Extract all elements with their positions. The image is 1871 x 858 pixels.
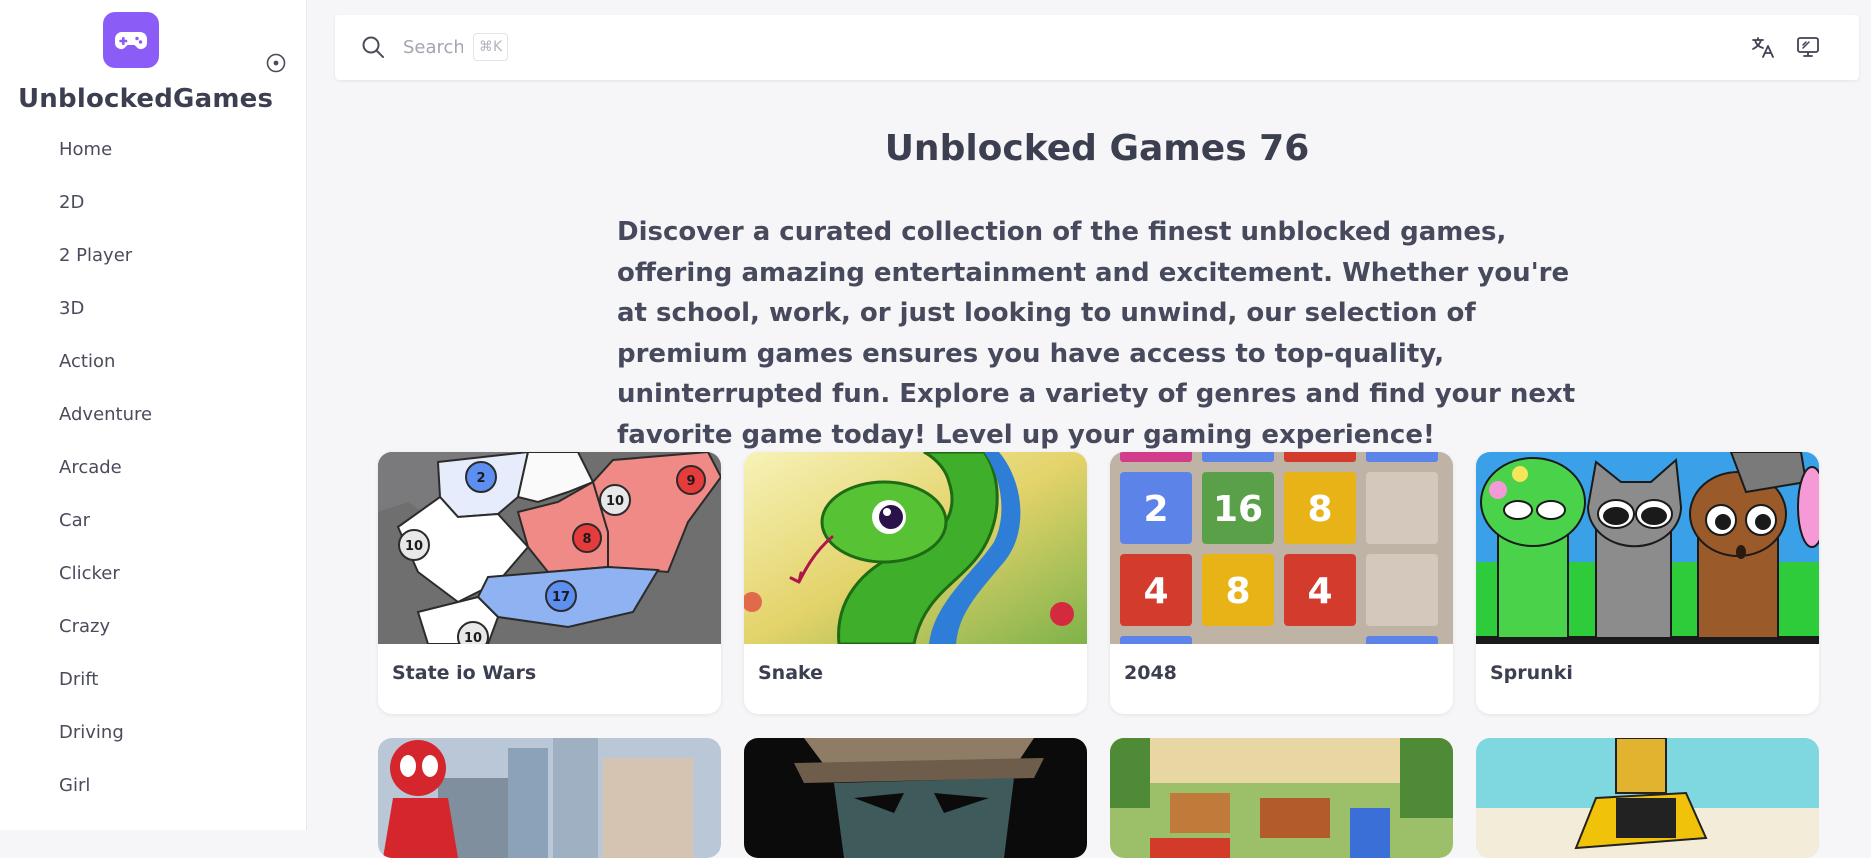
- sidebar-item-2-player[interactable]: 2 Player: [0, 238, 306, 291]
- sidebar-item-label: Arcade: [59, 457, 122, 478]
- game-card-2048[interactable]: 2 16 8 4 8 4 2048: [1110, 452, 1453, 714]
- sidebar-item-label: Girl: [59, 775, 91, 796]
- sidebar-item-crazy[interactable]: Crazy: [0, 609, 306, 662]
- game-card-title: Snake: [758, 662, 824, 684]
- sidebar-item-label: Driving: [59, 722, 124, 743]
- sidebar-item-home[interactable]: Home: [0, 132, 306, 185]
- search-input[interactable]: [403, 31, 463, 63]
- sidebar-item-action[interactable]: Action: [0, 344, 306, 397]
- region-count: 9: [686, 474, 695, 489]
- tile-value: 8: [1307, 489, 1332, 530]
- region-count: 10: [606, 494, 624, 509]
- brand-name[interactable]: UnblockedGames: [18, 84, 273, 114]
- region-count: 10: [405, 539, 423, 554]
- sidebar-item-3d[interactable]: 3D: [0, 291, 306, 344]
- gamepad-icon: [114, 32, 148, 50]
- sidebar-item-driving[interactable]: Driving: [0, 715, 306, 768]
- monitor-icon[interactable]: [1795, 34, 1821, 60]
- sidebar-item-drift[interactable]: Drift: [0, 662, 306, 715]
- game-thumbnail: [1110, 738, 1453, 858]
- tile-value: 4: [1143, 571, 1168, 612]
- collapse-sidebar-button[interactable]: [266, 53, 286, 73]
- sidebar-item-label: 2 Player: [59, 245, 133, 266]
- sidebar-item-label: Action: [59, 351, 116, 372]
- game-card-state-io-wars[interactable]: 2 9 10 8 10 17 10 State io Wars: [378, 452, 721, 714]
- game-card[interactable]: [378, 738, 721, 858]
- sidebar-item-clicker[interactable]: Clicker: [0, 556, 306, 609]
- top-header: ⌘K: [335, 15, 1859, 80]
- sidebar-item-label: Drift: [59, 669, 99, 690]
- sidebar-item-label: Home: [59, 139, 113, 160]
- tile-value: 16: [1213, 489, 1263, 530]
- game-thumbnail: [378, 738, 721, 858]
- search-shortcut-badge: ⌘K: [473, 33, 509, 61]
- game-thumbnail: 2 9 10 8 10 17 10: [378, 452, 721, 644]
- region-count: 17: [552, 590, 570, 605]
- tile-value: 2: [1143, 489, 1168, 530]
- game-card-title: Sprunki: [1490, 662, 1573, 684]
- game-card-snake[interactable]: Snake: [744, 452, 1087, 714]
- sidebar-item-label: 2D: [59, 192, 85, 213]
- game-thumbnail: [1476, 452, 1819, 644]
- game-card[interactable]: [1110, 738, 1453, 858]
- sidebar-item-label: Adventure: [59, 404, 153, 425]
- game-thumbnail: [1476, 738, 1819, 858]
- sidebar: UnblockedGames Home 2D 2 Player 3D Actio…: [0, 0, 307, 830]
- search-icon[interactable]: [361, 35, 385, 59]
- logo[interactable]: [103, 12, 159, 68]
- region-count: 10: [464, 631, 482, 644]
- tile-value: 4: [1307, 571, 1332, 612]
- game-card-title: 2048: [1124, 662, 1177, 684]
- sidebar-nav: Home 2D 2 Player 3D Action Adventure Arc…: [0, 132, 306, 821]
- sidebar-item-arcade[interactable]: Arcade: [0, 450, 306, 503]
- game-card[interactable]: [744, 738, 1087, 858]
- sidebar-item-adventure[interactable]: Adventure: [0, 397, 306, 450]
- sidebar-item-label: Crazy: [59, 616, 111, 637]
- sidebar-item-car[interactable]: Car: [0, 503, 306, 556]
- page-intro: Discover a curated collection of the fin…: [617, 217, 1576, 450]
- sidebar-item-girl[interactable]: Girl: [0, 768, 306, 821]
- sidebar-item-label: 3D: [59, 298, 85, 319]
- sidebar-item-2d[interactable]: 2D: [0, 185, 306, 238]
- collapse-circle-icon: [266, 53, 286, 73]
- game-card-title: State io Wars: [392, 662, 537, 684]
- page-title: Unblocked Games 76: [884, 128, 1310, 169]
- translate-icon[interactable]: [1750, 34, 1776, 60]
- game-thumbnail: [744, 738, 1087, 858]
- game-card-sprunki[interactable]: Sprunki: [1476, 452, 1819, 714]
- region-count: 8: [582, 532, 591, 547]
- game-card[interactable]: [1476, 738, 1819, 858]
- sidebar-item-label: Car: [59, 510, 90, 531]
- sidebar-item-label: Clicker: [59, 563, 120, 584]
- game-thumbnail: [744, 452, 1087, 644]
- game-thumbnail: 2 16 8 4 8 4: [1110, 452, 1453, 644]
- tile-value: 8: [1225, 571, 1250, 612]
- region-count: 2: [476, 471, 485, 486]
